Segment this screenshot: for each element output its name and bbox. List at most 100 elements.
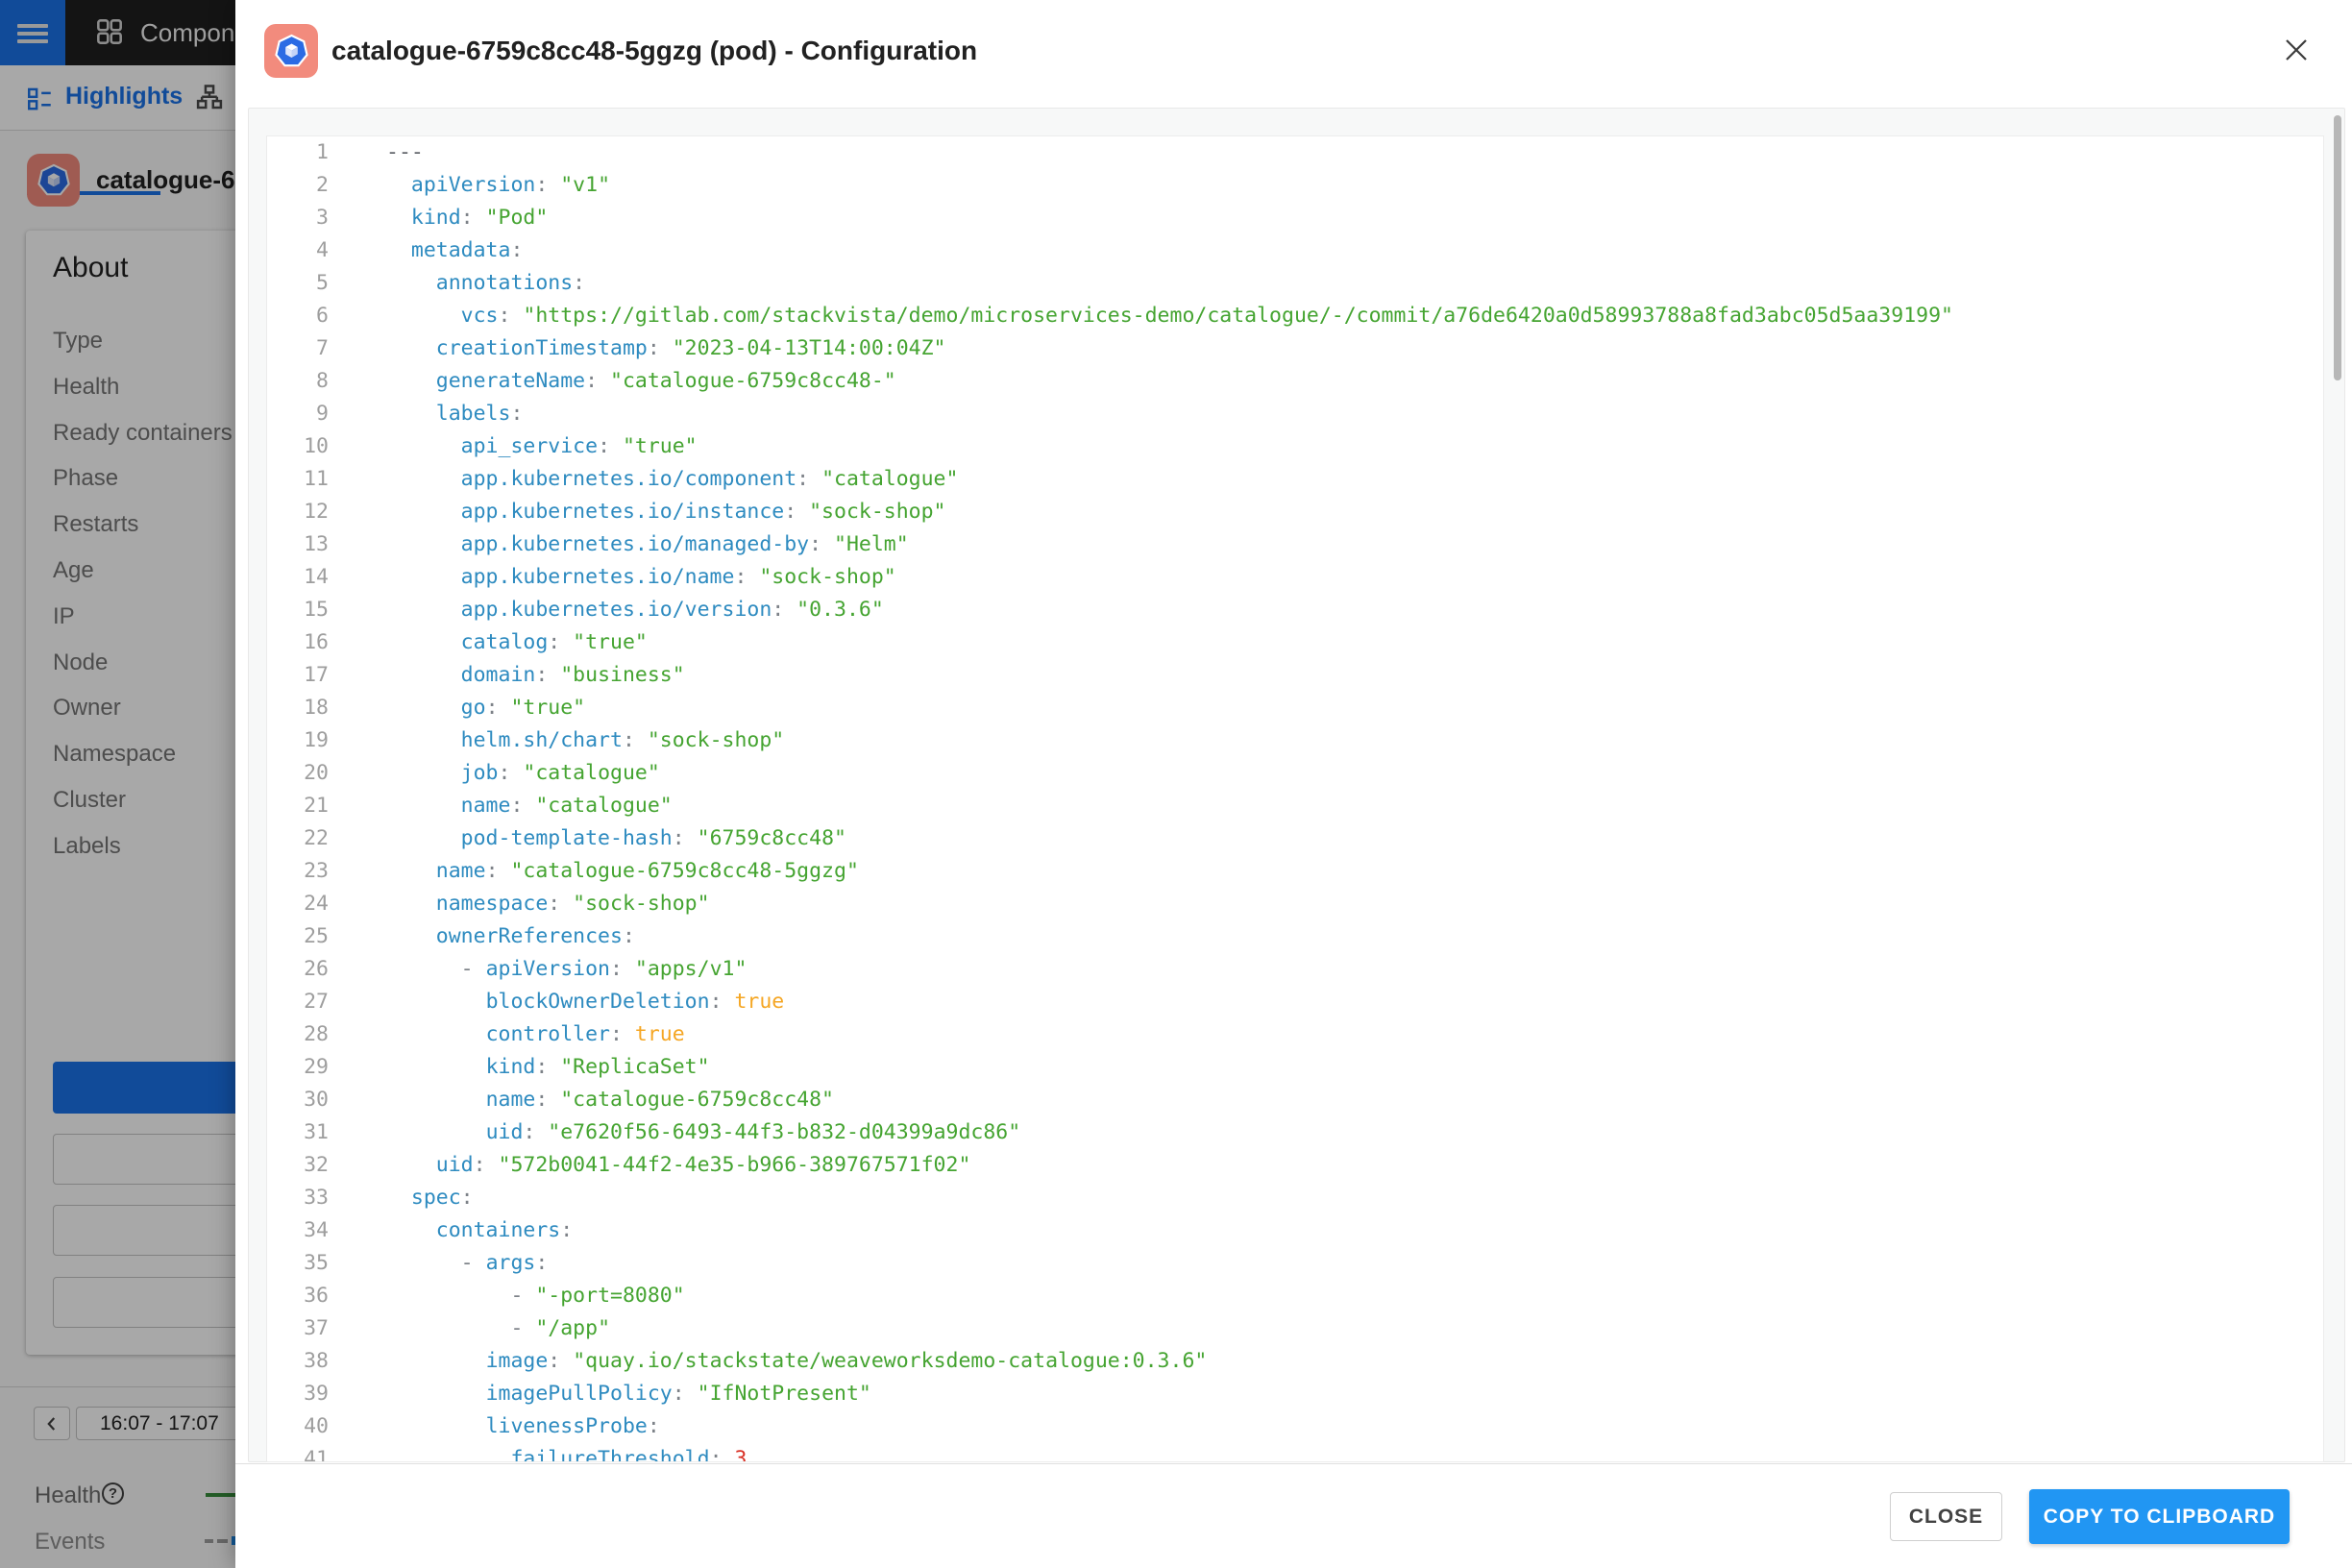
line-number: 23 <box>267 855 329 888</box>
line-content: app.kubernetes.io/component: "catalogue" <box>329 463 958 496</box>
code-line: 3 kind: "Pod" <box>267 202 2323 234</box>
line-content: name: "catalogue" <box>329 790 673 822</box>
line-content: annotations: <box>329 267 585 300</box>
pod-icon <box>264 24 318 78</box>
line-content: namespace: "sock-shop" <box>329 888 710 920</box>
code-line: 10 api_service: "true" <box>267 430 2323 463</box>
line-number: 33 <box>267 1182 329 1214</box>
line-content: app.kubernetes.io/managed-by: "Helm" <box>329 528 909 561</box>
line-number: 12 <box>267 496 329 528</box>
yaml-code: 1---2 apiVersion: "v1"3 kind: "Pod"4 met… <box>267 136 2323 1462</box>
line-number: 27 <box>267 986 329 1018</box>
code-line: 31 uid: "e7620f56-6493-44f3-b832-d04399a… <box>267 1116 2323 1149</box>
code-line: 33 spec: <box>267 1182 2323 1214</box>
code-line: 24 namespace: "sock-shop" <box>267 888 2323 920</box>
line-number: 15 <box>267 594 329 626</box>
line-content: go: "true" <box>329 692 585 724</box>
code-line: 39 imagePullPolicy: "IfNotPresent" <box>267 1378 2323 1410</box>
scrollbar-thumb[interactable] <box>2334 115 2341 380</box>
code-line: 4 metadata: <box>267 234 2323 267</box>
line-content: app.kubernetes.io/instance: "sock-shop" <box>329 496 946 528</box>
line-number: 14 <box>267 561 329 594</box>
code-line: 27 blockOwnerDeletion: true <box>267 986 2323 1018</box>
line-content: vcs: "https://gitlab.com/stackvista/demo… <box>329 300 1953 332</box>
line-content: domain: "business" <box>329 659 685 692</box>
line-number: 25 <box>267 920 329 953</box>
line-number: 10 <box>267 430 329 463</box>
line-number: 37 <box>267 1312 329 1345</box>
code-line: 35 - args: <box>267 1247 2323 1280</box>
line-number: 8 <box>267 365 329 398</box>
line-number: 34 <box>267 1214 329 1247</box>
line-number: 41 <box>267 1443 329 1462</box>
modal-title: catalogue-6759c8cc48-5ggzg (pod) - Confi… <box>331 0 977 102</box>
line-number: 7 <box>267 332 329 365</box>
code-line: 2 apiVersion: "v1" <box>267 169 2323 202</box>
line-content: api_service: "true" <box>329 430 698 463</box>
line-content: imagePullPolicy: "IfNotPresent" <box>329 1378 871 1410</box>
code-line: 14 app.kubernetes.io/name: "sock-shop" <box>267 561 2323 594</box>
line-content: name: "catalogue-6759c8cc48-5ggzg" <box>329 855 859 888</box>
line-content: uid: "e7620f56-6493-44f3-b832-d04399a9dc… <box>329 1116 1020 1149</box>
code-line: 25 ownerReferences: <box>267 920 2323 953</box>
code-line: 22 pod-template-hash: "6759c8cc48" <box>267 822 2323 855</box>
line-number: 20 <box>267 757 329 790</box>
line-content: job: "catalogue" <box>329 757 660 790</box>
line-number: 5 <box>267 267 329 300</box>
line-content: app.kubernetes.io/version: "0.3.6" <box>329 594 884 626</box>
line-number: 39 <box>267 1378 329 1410</box>
line-number: 6 <box>267 300 329 332</box>
line-content: --- <box>329 136 424 169</box>
line-content: metadata: <box>329 234 523 267</box>
code-line: 18 go: "true" <box>267 692 2323 724</box>
copy-to-clipboard-button[interactable]: COPY TO CLIPBOARD <box>2029 1489 2290 1544</box>
code-line: 8 generateName: "catalogue-6759c8cc48-" <box>267 365 2323 398</box>
code-line: 34 containers: <box>267 1214 2323 1247</box>
line-number: 35 <box>267 1247 329 1280</box>
code-line: 11 app.kubernetes.io/component: "catalog… <box>267 463 2323 496</box>
line-number: 4 <box>267 234 329 267</box>
line-content: catalog: "true" <box>329 626 648 659</box>
close-button[interactable]: CLOSE <box>1890 1492 2002 1541</box>
modal-footer: CLOSE COPY TO CLIPBOARD <box>235 1463 2352 1568</box>
line-number: 18 <box>267 692 329 724</box>
line-number: 29 <box>267 1051 329 1084</box>
line-content: livenessProbe: <box>329 1410 660 1443</box>
line-content: controller: true <box>329 1018 685 1051</box>
line-number: 21 <box>267 790 329 822</box>
line-content: helm.sh/chart: "sock-shop" <box>329 724 784 757</box>
line-content: - args: <box>329 1247 548 1280</box>
line-content: apiVersion: "v1" <box>329 169 610 202</box>
code-line: 28 controller: true <box>267 1018 2323 1051</box>
code-line: 38 image: "quay.io/stackstate/weaveworks… <box>267 1345 2323 1378</box>
code-line: 26 - apiVersion: "apps/v1" <box>267 953 2323 986</box>
code-line: 15 app.kubernetes.io/version: "0.3.6" <box>267 594 2323 626</box>
line-number: 1 <box>267 136 329 169</box>
line-number: 26 <box>267 953 329 986</box>
code-line: 29 kind: "ReplicaSet" <box>267 1051 2323 1084</box>
line-content: creationTimestamp: "2023-04-13T14:00:04Z… <box>329 332 946 365</box>
close-icon[interactable] <box>2275 29 2317 71</box>
line-number: 16 <box>267 626 329 659</box>
line-number: 17 <box>267 659 329 692</box>
code-line: 40 livenessProbe: <box>267 1410 2323 1443</box>
code-line: 37 - "/app" <box>267 1312 2323 1345</box>
line-content: kind: "ReplicaSet" <box>329 1051 710 1084</box>
line-number: 24 <box>267 888 329 920</box>
code-line: 9 labels: <box>267 398 2323 430</box>
line-content: name: "catalogue-6759c8cc48" <box>329 1084 834 1116</box>
code-line: 13 app.kubernetes.io/managed-by: "Helm" <box>267 528 2323 561</box>
line-content: app.kubernetes.io/name: "sock-shop" <box>329 561 896 594</box>
line-number: 11 <box>267 463 329 496</box>
configuration-code-viewer: 1---2 apiVersion: "v1"3 kind: "Pod"4 met… <box>248 108 2345 1462</box>
line-content: blockOwnerDeletion: true <box>329 986 784 1018</box>
line-content: failureThreshold: 3 <box>329 1443 747 1462</box>
code-line: 19 helm.sh/chart: "sock-shop" <box>267 724 2323 757</box>
code-sheet[interactable]: 1---2 apiVersion: "v1"3 kind: "Pod"4 met… <box>266 135 2324 1462</box>
line-content: - apiVersion: "apps/v1" <box>329 953 747 986</box>
line-number: 2 <box>267 169 329 202</box>
line-number: 22 <box>267 822 329 855</box>
line-content: - "-port=8080" <box>329 1280 685 1312</box>
code-line: 12 app.kubernetes.io/instance: "sock-sho… <box>267 496 2323 528</box>
code-line: 20 job: "catalogue" <box>267 757 2323 790</box>
